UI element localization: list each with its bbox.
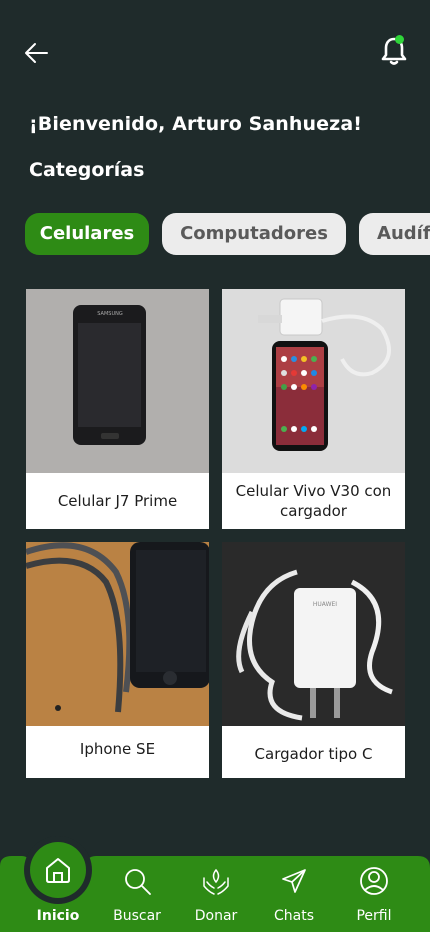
nav-perfil[interactable]: Perfil <box>339 856 409 932</box>
category-chip-computadores[interactable]: Computadores <box>162 213 346 255</box>
category-chip-audifonos[interactable]: Audífonos <box>359 213 430 255</box>
product-photo: HUAWEI <box>222 542 405 726</box>
product-card-cargador-tipo-c[interactable]: HUAWEI Cargador tipo C <box>222 542 405 778</box>
product-photo <box>26 542 209 726</box>
notification-dot <box>395 35 404 44</box>
product-title: Iphone SE <box>79 740 156 758</box>
welcome-message: ¡Bienvenido, Arturo Sanhueza! <box>29 113 363 135</box>
nav-chats[interactable]: Chats <box>259 856 329 932</box>
arrow-left-icon <box>25 43 48 63</box>
svg-text:HUAWEI: HUAWEI <box>313 601 337 608</box>
nav-label-buscar: Buscar <box>113 908 161 924</box>
notifications-button[interactable] <box>378 34 410 68</box>
top-bar <box>0 0 430 100</box>
home-button[interactable] <box>30 842 86 898</box>
product-title: Cargador tipo C <box>254 745 373 763</box>
category-chip-celulares[interactable]: Celulares <box>25 213 149 255</box>
nav-buscar[interactable]: Buscar <box>102 856 172 932</box>
nav-label-perfil: Perfil <box>356 908 392 924</box>
donate-hands-icon <box>203 868 229 895</box>
search-icon <box>125 869 151 895</box>
svg-text:SAMSUNG: SAMSUNG <box>97 311 123 317</box>
category-chips: Celulares Computadores Audífonos <box>25 213 430 257</box>
nav-label-inicio: Inicio <box>36 908 80 924</box>
send-icon <box>282 869 306 893</box>
product-title: Celular J7 Prime <box>57 492 178 510</box>
product-card-j7-prime[interactable]: SAMSUNG Celular J7 Prime <box>26 289 209 529</box>
product-card-vivo-v30[interactable]: Celular Vivo V30 con cargador <box>222 289 405 529</box>
categories-title: Categorías <box>29 159 145 181</box>
nav-donar[interactable]: Donar <box>181 856 251 932</box>
product-card-iphone-se[interactable]: Iphone SE <box>26 542 209 778</box>
home-icon <box>46 858 70 883</box>
nav-label-chats: Chats <box>273 908 314 924</box>
product-photo: SAMSUNG <box>26 289 209 473</box>
product-title: Celular Vivo V30 con cargador <box>235 482 392 520</box>
bell-icon <box>381 37 407 65</box>
back-button[interactable] <box>22 38 52 68</box>
nav-label-donar: Donar <box>194 908 238 924</box>
product-photo <box>222 289 405 473</box>
profile-icon <box>360 867 388 895</box>
